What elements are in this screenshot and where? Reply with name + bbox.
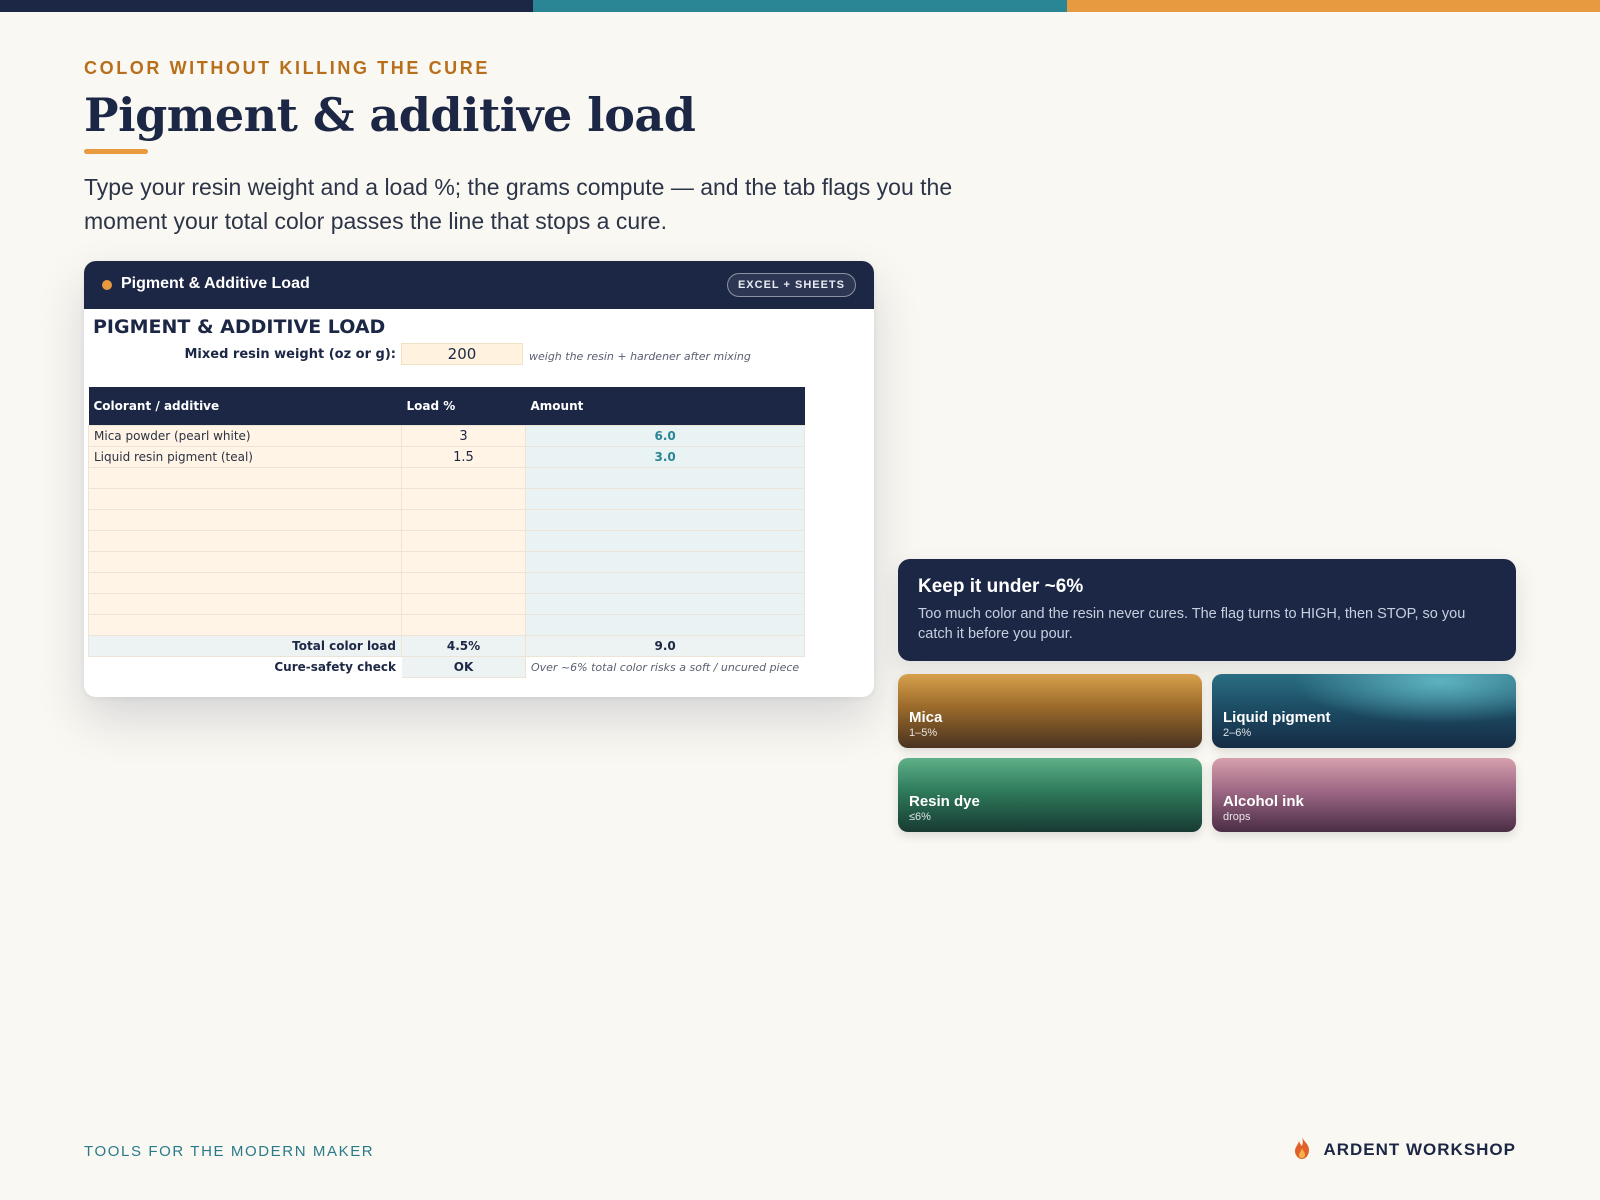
cure-check-note: Over ~6% total color risks a soft / uncu… [525, 656, 805, 678]
spreadsheet-card: Pigment & Additive Load EXCEL + SHEETS P… [84, 261, 874, 697]
table-row-empty [88, 551, 806, 573]
table-row-empty [88, 572, 806, 594]
swatch-resin-dye: Resin dye ≤6% [898, 758, 1202, 832]
table-row-empty [88, 509, 806, 531]
load-percent-cell[interactable] [401, 530, 526, 552]
swatch-liquid-pigment: Liquid pigment 2–6% [1212, 674, 1516, 748]
load-percent-cell[interactable] [401, 509, 526, 531]
swatch-range: 2–6% [1223, 727, 1252, 739]
amount-cell [524, 530, 806, 552]
column-header-load: Load % [401, 387, 526, 426]
amount-cell [524, 467, 806, 489]
swatch-name: Mica [909, 709, 943, 726]
resin-weight-input[interactable]: 200 [401, 343, 523, 365]
colorant-name-cell[interactable] [88, 614, 402, 636]
flame-icon [1291, 1136, 1313, 1164]
swatch-name: Alcohol ink [1223, 793, 1304, 810]
amount-cell: 3.0 [524, 446, 806, 468]
table-row-empty [88, 467, 806, 489]
column-header-colorant: Colorant / additive [88, 387, 402, 426]
swatch-name: Liquid pigment [1223, 709, 1331, 726]
colorant-name-cell[interactable] [88, 593, 402, 615]
title-underline [84, 149, 148, 154]
table-header-row: Colorant / additive Load % Amount [88, 387, 805, 426]
amount-cell [524, 593, 806, 615]
cure-check-row: Cure-safety check OK Over ~6% total colo… [88, 656, 805, 678]
cure-check-status: OK [401, 656, 526, 678]
status-dot-icon [102, 280, 112, 290]
accent-segment-orange [1066, 0, 1600, 12]
swatch-alcohol-ink: Alcohol ink drops [1212, 758, 1516, 832]
load-percent-cell[interactable] [401, 572, 526, 594]
page-title: Pigment & additive load [84, 88, 696, 142]
table-row: Mica powder (pearl white) 3 6.0 [88, 425, 806, 447]
cure-limit-callout: Keep it under ~6% Too much color and the… [898, 559, 1516, 661]
load-percent-cell[interactable] [401, 593, 526, 615]
table-row: Liquid resin pigment (teal) 1.5 3.0 [88, 446, 806, 468]
swatch-range: 1–5% [909, 727, 938, 739]
colorant-name-cell[interactable] [88, 509, 402, 531]
load-percent-cell[interactable]: 1.5 [401, 446, 526, 468]
table-row-empty [88, 488, 806, 510]
swatch-name: Resin dye [909, 793, 980, 810]
resin-weight-note: weigh the resin + hardener after mixing [529, 350, 751, 363]
total-load-value: 4.5% [401, 635, 526, 657]
sheet-title: PIGMENT & ADDITIVE LOAD [93, 316, 386, 338]
swatch-range: ≤6% [909, 811, 931, 823]
colorant-name-cell[interactable] [88, 551, 402, 573]
accent-segment-teal [533, 0, 1067, 12]
load-percent-cell[interactable] [401, 551, 526, 573]
table-row-empty [88, 614, 806, 636]
amount-cell: 6.0 [524, 425, 806, 447]
footer-brand: ARDENT WORKSHOP [1291, 1136, 1516, 1164]
eyebrow: COLOR WITHOUT KILLING THE CURE [84, 58, 490, 78]
amount-cell [524, 614, 806, 636]
accent-segment-navy [0, 0, 534, 12]
callout-body: Too much color and the resin never cures… [918, 606, 1466, 642]
top-accent-bar [0, 0, 1600, 12]
page-lede: Type your resin weight and a load %; the… [84, 174, 953, 234]
colorant-name-cell[interactable] [88, 572, 402, 594]
cure-check-label: Cure-safety check [88, 656, 402, 678]
load-percent-cell[interactable] [401, 488, 526, 510]
total-amount-value: 9.0 [524, 635, 806, 657]
card-title: Pigment & Additive Load [121, 275, 310, 292]
colorant-name-cell[interactable] [88, 488, 402, 510]
resin-weight-label: Mixed resin weight (oz or g): [184, 347, 397, 362]
table-row-empty [88, 530, 806, 552]
total-row: Total color load 4.5% 9.0 [88, 635, 806, 657]
total-label: Total color load [88, 635, 402, 657]
amount-cell [524, 488, 806, 510]
load-percent-cell[interactable] [401, 467, 526, 489]
colorant-name-cell[interactable] [88, 467, 402, 489]
colorant-name-cell[interactable]: Liquid resin pigment (teal) [88, 446, 402, 468]
amount-cell [524, 572, 806, 594]
amount-cell [524, 509, 806, 531]
card-header: Pigment & Additive Load EXCEL + SHEETS [84, 261, 874, 309]
swatch-mica: Mica 1–5% [898, 674, 1202, 748]
table-row-empty [88, 593, 806, 615]
colorant-table: Colorant / additive Load % Amount Mica p… [88, 387, 806, 678]
swatch-range: drops [1223, 811, 1251, 823]
load-percent-cell[interactable] [401, 614, 526, 636]
callout-title: Keep it under ~6% [918, 576, 1084, 597]
brand-name: ARDENT WORKSHOP [1323, 1140, 1516, 1159]
load-percent-cell[interactable]: 3 [401, 425, 526, 447]
column-header-amount: Amount [525, 387, 805, 426]
platform-badge: EXCEL + SHEETS [726, 273, 856, 297]
footer-tagline: TOOLS FOR THE MODERN MAKER [84, 1143, 375, 1160]
colorant-name-cell[interactable] [88, 530, 402, 552]
amount-cell [524, 551, 806, 573]
colorant-name-cell[interactable]: Mica powder (pearl white) [88, 425, 402, 447]
colorant-swatches: Mica 1–5% Liquid pigment 2–6% Resin dye … [898, 674, 1516, 832]
